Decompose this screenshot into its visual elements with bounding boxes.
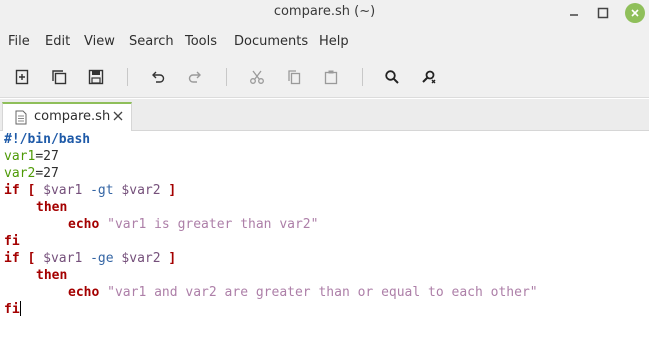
keyword: if — [4, 251, 20, 266]
copy-button[interactable] — [282, 66, 306, 88]
code-line: if [ $var1 -ge $var2 ] — [4, 250, 176, 267]
bracket: ] — [160, 251, 177, 266]
keyword: then — [36, 268, 68, 283]
code-editor[interactable]: #!/bin/bash var1=27 var2=27 if [ $var1 -… — [0, 131, 649, 344]
menu-edit[interactable]: Edit — [45, 34, 70, 49]
assignment: =27 — [35, 149, 59, 164]
minimize-button[interactable] — [564, 3, 584, 23]
redo-icon — [188, 71, 201, 83]
code-line: fi — [4, 301, 21, 318]
new-document-button[interactable] — [10, 66, 34, 88]
menu-documents[interactable]: Documents — [234, 34, 308, 49]
code-line: echo "var1 and var2 are greater than or … — [68, 284, 538, 301]
toolbar — [0, 58, 649, 98]
cut-icon — [250, 70, 264, 84]
keyword: fi — [4, 234, 20, 249]
undo-icon — [152, 71, 165, 83]
variable-ref: $var1 — [43, 251, 83, 266]
tab-bar: compare.sh — [0, 99, 649, 131]
menu-view[interactable]: View — [84, 34, 115, 49]
code-line: then — [36, 267, 67, 284]
keyword: if — [4, 183, 20, 198]
command: echo — [68, 285, 100, 300]
new-document-icon — [15, 69, 29, 85]
undo-button[interactable] — [146, 66, 170, 88]
variable-name: var1 — [4, 149, 36, 164]
menu-tools[interactable]: Tools — [185, 34, 217, 49]
string-literal: "var1 is greater than var2" — [107, 217, 319, 232]
maximize-button[interactable] — [593, 3, 613, 23]
tools-icon — [422, 70, 436, 84]
tab-label: compare.sh — [34, 109, 111, 124]
toolbar-separator — [362, 68, 363, 86]
tab-close-button[interactable] — [110, 108, 126, 124]
variable-ref: $var2 — [121, 183, 161, 198]
string-literal: "var1 and var2 are greater than or equal… — [107, 285, 538, 300]
bracket: ] — [160, 183, 177, 198]
tab-compare-sh[interactable]: compare.sh — [2, 102, 132, 131]
code-line: echo "var1 is greater than var2" — [68, 216, 318, 233]
keyword: then — [36, 200, 68, 215]
bracket: [ — [19, 183, 44, 198]
paste-icon — [324, 70, 338, 85]
variable-ref: $var1 — [43, 183, 83, 198]
menu-bar: File Edit View Search Tools Documents He… — [0, 26, 649, 58]
bracket: [ — [19, 251, 44, 266]
minimize-icon — [570, 14, 578, 16]
menu-help[interactable]: Help — [319, 34, 349, 49]
copy-icon — [288, 70, 301, 85]
menu-file[interactable]: File — [8, 34, 30, 49]
keyword: fi — [4, 302, 20, 317]
shebang: #!/bin/bash — [4, 132, 91, 147]
toolbar-separator — [226, 68, 227, 86]
close-button[interactable] — [625, 3, 645, 23]
assignment: =27 — [35, 166, 59, 181]
variable-name: var2 — [4, 166, 36, 181]
code-line: if [ $var1 -gt $var2 ] — [4, 182, 176, 199]
text-cursor — [19, 301, 21, 316]
cut-button[interactable] — [245, 66, 269, 88]
new-window-button[interactable] — [47, 66, 71, 88]
command: echo — [68, 217, 100, 232]
code-line: fi — [4, 233, 20, 250]
code-line: var2=27 — [4, 165, 59, 182]
operator-flag: -gt — [82, 183, 122, 198]
save-button[interactable] — [84, 66, 108, 88]
code-line: var1=27 — [4, 148, 59, 165]
toolbar-separator — [127, 68, 128, 86]
window-title: compare.sh (~) — [273, 4, 376, 19]
title-bar: compare.sh (~) — [0, 0, 649, 26]
find-replace-button[interactable] — [417, 66, 441, 88]
save-icon — [88, 69, 104, 85]
code-line: #!/bin/bash — [4, 131, 90, 148]
code-line: then — [36, 199, 67, 216]
redo-button[interactable] — [183, 66, 207, 88]
menu-search[interactable]: Search — [129, 34, 174, 49]
close-icon — [631, 9, 639, 17]
find-button[interactable] — [380, 66, 404, 88]
close-icon — [113, 111, 123, 121]
new-window-icon — [52, 70, 67, 85]
maximize-icon — [597, 7, 609, 19]
variable-ref: $var2 — [121, 251, 161, 266]
paste-button[interactable] — [319, 66, 343, 88]
text-file-icon — [15, 110, 27, 129]
search-icon — [385, 70, 399, 84]
operator-flag: -ge — [82, 251, 122, 266]
